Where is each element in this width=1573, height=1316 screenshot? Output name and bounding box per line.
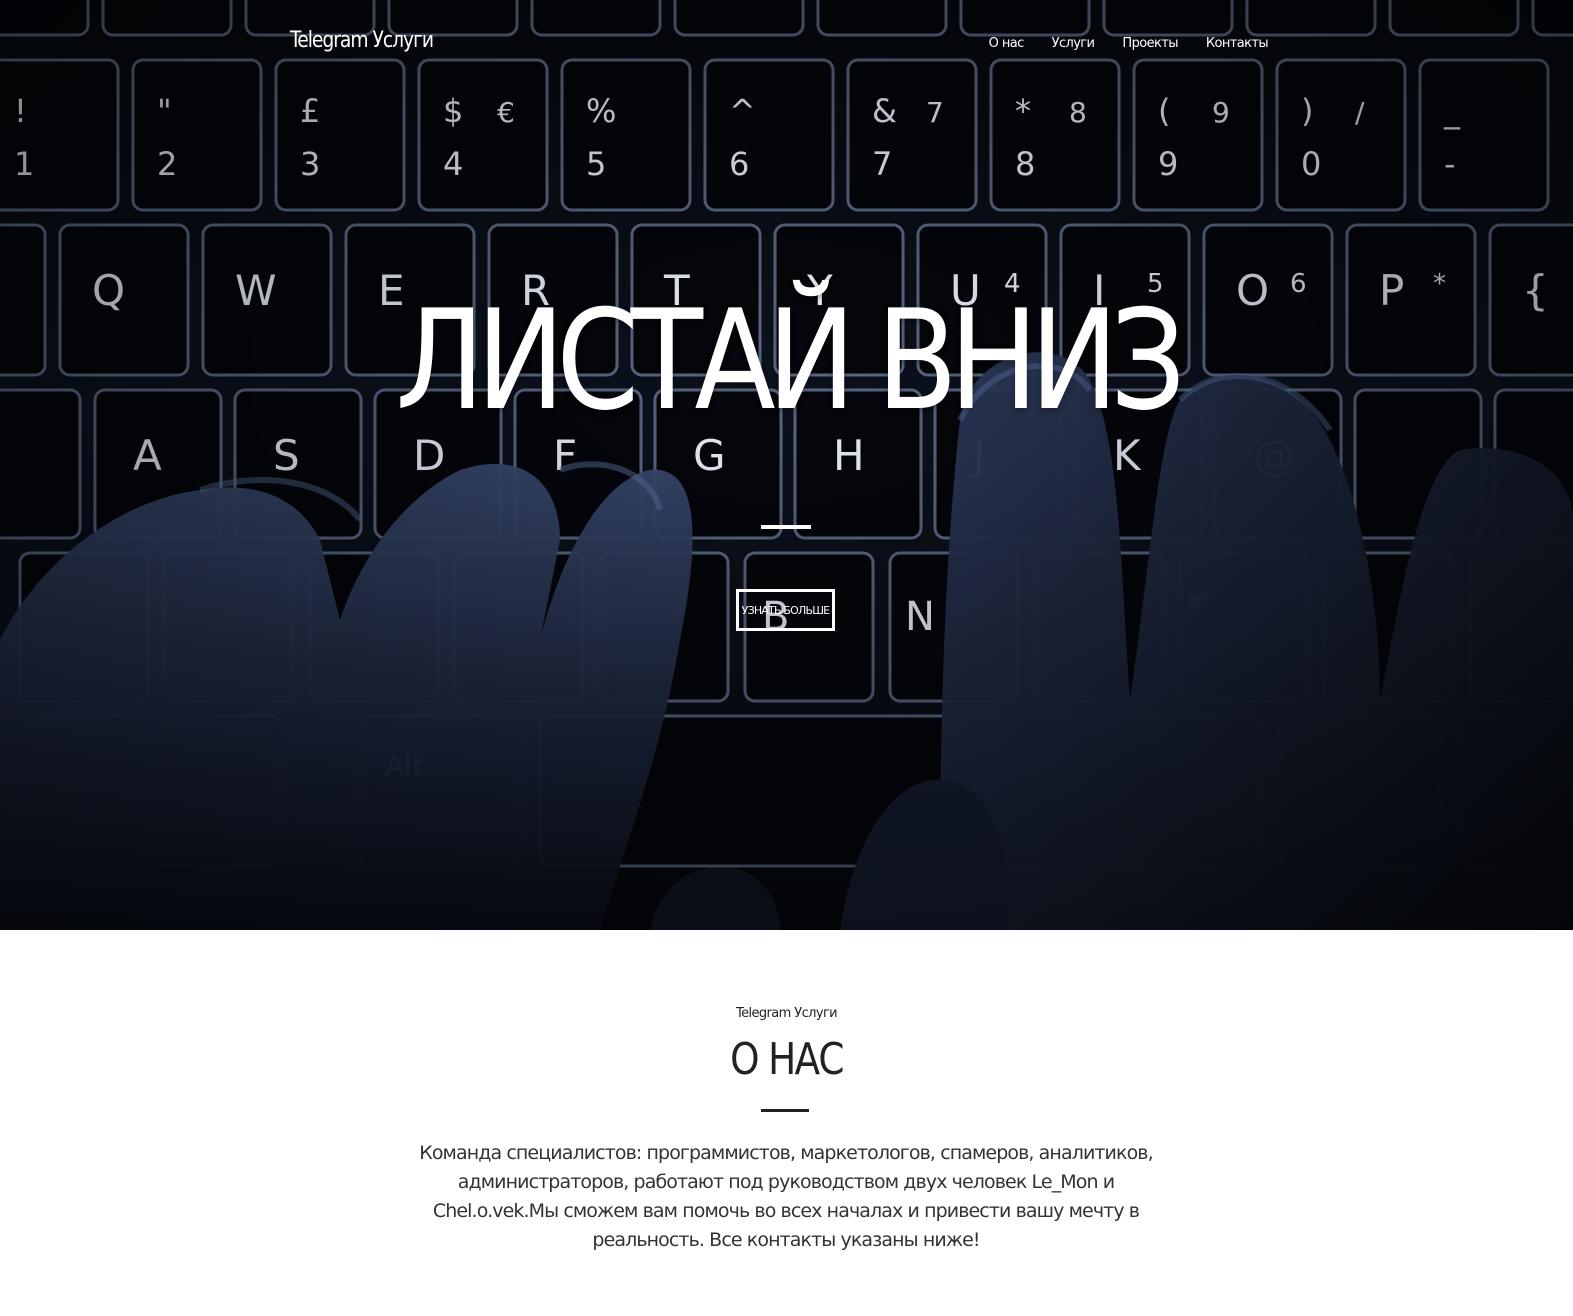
about-subtitle: Telegram Услуги (735, 1006, 838, 1021)
navbar: Telegram Услуги О нас Услуги Проекты Кон… (0, 22, 1573, 66)
nav-link-about[interactable]: О нас (989, 36, 1025, 51)
keyboard-background-image: !1"2£3$4€%5^6&77*88(99)0/_-QWERTYU4I5O6P… (0, 0, 1573, 930)
nav-link-projects[interactable]: Проекты (1122, 36, 1178, 51)
about-divider (761, 1109, 809, 1112)
nav-link-contacts[interactable]: Контакты (1206, 36, 1269, 51)
about-title: О НАС (730, 1034, 844, 1085)
hero-divider (761, 525, 811, 529)
nav-link-services[interactable]: Услуги (1052, 36, 1095, 51)
main-nav: О нас Услуги Проекты Контакты (989, 36, 1269, 51)
about-section: Telegram Услуги О НАС Команда специалист… (0, 930, 1573, 1316)
brand-logo[interactable]: Telegram Услуги (290, 28, 434, 53)
hero-title: ЛИСТАЙ ВНИЗ (395, 280, 1186, 441)
learn-more-button[interactable]: УЗНАТЬ БОЛЬШЕ (736, 589, 835, 631)
hero-section: !1"2£3$4€%5^6&77*88(99)0/_-QWERTYU4I5O6P… (0, 0, 1573, 930)
about-description: Команда специалистов: программистов, мар… (419, 1142, 1153, 1251)
